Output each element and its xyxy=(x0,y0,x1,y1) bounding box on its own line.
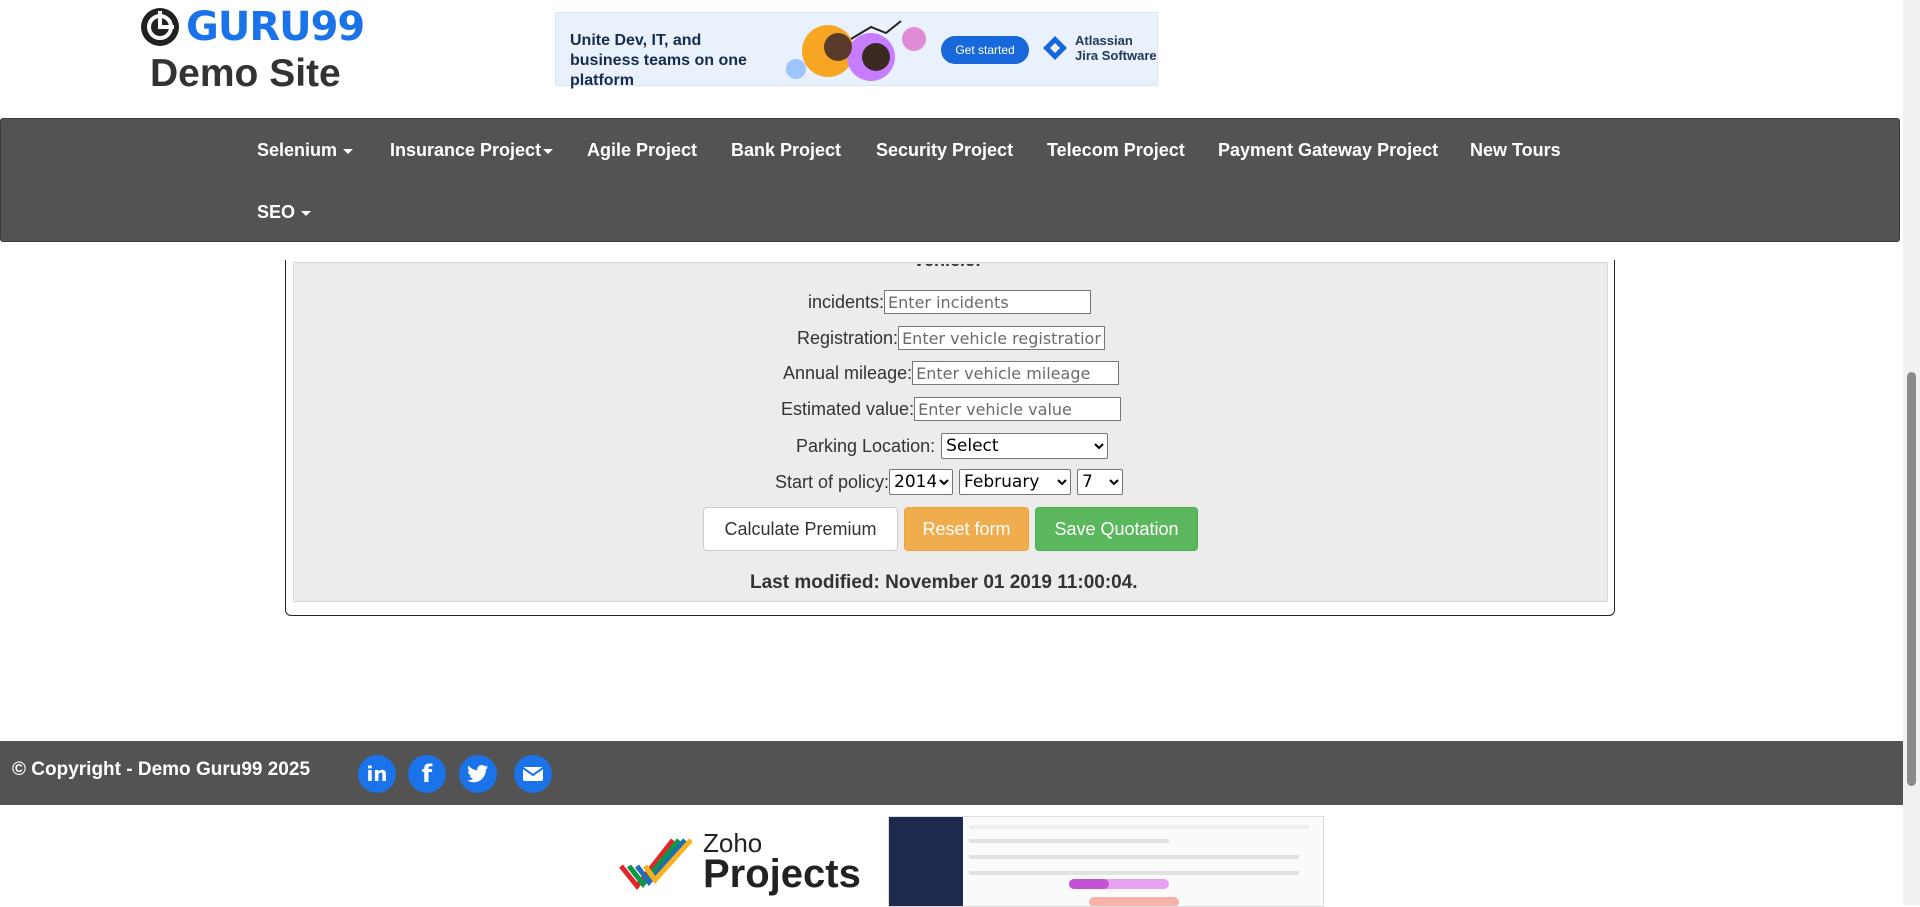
parking-location-select[interactable]: Select xyxy=(941,433,1109,459)
page-scrollbar[interactable] xyxy=(1903,0,1920,905)
zoho-ad-row xyxy=(969,839,1169,843)
start-policy-day-select[interactable]: 7 xyxy=(1077,469,1124,495)
nav-item-agile-project[interactable]: Agile Project xyxy=(587,119,697,181)
caret-down-icon xyxy=(543,148,554,154)
ad-headline: Unite Dev, IT, and business teams on one… xyxy=(570,32,747,89)
reset-form-button[interactable]: Reset form xyxy=(904,507,1029,551)
zoho-ad-row xyxy=(969,855,1299,859)
caret-down-icon xyxy=(301,210,312,216)
nav-item-bank-project[interactable]: Bank Project xyxy=(731,119,841,181)
mileage-label: Annual mileage: xyxy=(783,362,913,383)
ad-brand-line1: Atlassian xyxy=(1075,33,1133,48)
nav-item-security-project[interactable]: Security Project xyxy=(876,119,1013,181)
zoho-ad-row xyxy=(969,871,1299,875)
zoho-ad-gantt-bar xyxy=(1069,879,1109,889)
start-policy-row: Start of policy: 2014 February 7 xyxy=(775,469,1124,495)
parking-row: Parking Location: Select xyxy=(796,433,1109,459)
facebook-icon[interactable]: f xyxy=(408,755,446,793)
site-logo[interactable]: GURU99 Demo Site xyxy=(140,4,370,100)
ad-brand-line2: Jira Software xyxy=(1075,48,1157,63)
caret-down-icon xyxy=(343,148,354,154)
zoho-ad-gantt-bar xyxy=(1089,897,1179,906)
nav-item-seo[interactable]: SEO xyxy=(257,181,312,243)
zoho-projects-ad-logo[interactable]: Zoho Projects xyxy=(615,820,861,900)
last-modified-text: Last modified: November 01 2019 11:00:04… xyxy=(750,572,1138,593)
zoho-ad-screenshot[interactable] xyxy=(888,816,1324,907)
twitter-icon[interactable] xyxy=(459,755,497,793)
start-policy-year-select[interactable]: 2014 xyxy=(889,469,954,495)
mileage-row: Annual mileage: xyxy=(783,361,1120,385)
ad-get-started-button[interactable]: Get started xyxy=(941,36,1029,64)
mileage-input[interactable] xyxy=(912,361,1120,385)
registration-label: Registration: xyxy=(797,327,899,348)
ad-banner[interactable]: Unite Dev, IT, and business teams on one… xyxy=(555,12,1158,89)
linkedin-icon[interactable]: in xyxy=(358,755,396,793)
guru99-logo-icon xyxy=(141,8,179,46)
calculate-premium-button[interactable]: Calculate Premium xyxy=(703,507,898,551)
incidents-label: incidents: xyxy=(808,291,885,312)
incidents-input[interactable] xyxy=(884,290,1092,314)
email-icon[interactable] xyxy=(514,755,552,793)
nav-item-telecom-project[interactable]: Telecom Project xyxy=(1047,119,1185,181)
registration-input[interactable] xyxy=(898,326,1106,350)
scrollbar-thumb[interactable] xyxy=(1907,372,1916,786)
copyright-text: © Copyright - Demo Guru99 2025 xyxy=(12,759,311,780)
footer: © Copyright - Demo Guru99 2025 in f xyxy=(0,741,1903,805)
estimated-value-label: Estimated value: xyxy=(781,398,915,419)
site-name: Demo Site xyxy=(150,52,341,95)
zoho-ad-sidebar xyxy=(889,817,963,906)
estimated-value-input[interactable] xyxy=(914,397,1122,421)
logo-text: GURU99 xyxy=(186,4,365,50)
ad-illustration xyxy=(786,20,926,81)
nav-item-selenium[interactable]: Selenium xyxy=(257,119,354,181)
nav-item-insurance-project[interactable]: Insurance Project xyxy=(390,119,554,181)
estimated-value-row: Estimated value: xyxy=(781,397,1122,421)
ad-brand: Atlassian Jira Software xyxy=(1041,33,1157,63)
zoho-checkmark-icon xyxy=(619,838,693,891)
save-quotation-button[interactable]: Save Quotation xyxy=(1035,507,1198,551)
parking-label: Parking Location: xyxy=(796,435,936,456)
projects-word: Projects xyxy=(703,852,861,896)
jira-icon xyxy=(1043,36,1067,60)
incidents-row: incidents: xyxy=(808,290,1092,314)
start-policy-month-select[interactable]: February xyxy=(959,469,1072,495)
start-policy-label: Start of policy: xyxy=(775,471,890,492)
nav-item-new-tours[interactable]: New Tours xyxy=(1470,119,1561,181)
zoho-ad-toolbar xyxy=(969,825,1309,829)
registration-row: Registration: xyxy=(797,326,1106,350)
nav-item-payment-gateway-project[interactable]: Payment Gateway Project xyxy=(1218,119,1438,181)
main-navbar: Selenium Insurance Project Agile Project… xyxy=(0,118,1900,242)
